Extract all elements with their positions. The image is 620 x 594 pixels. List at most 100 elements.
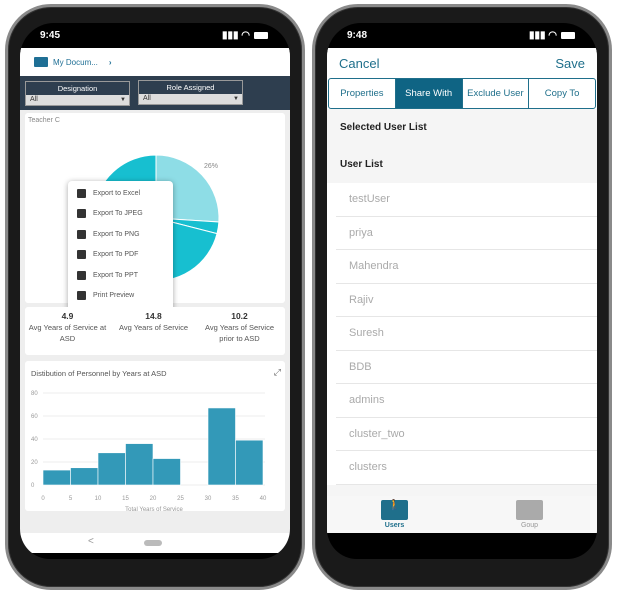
role-select[interactable]: Role Assigned All ▼ [138, 80, 243, 105]
right-phone: 9:48 ▮▮▮ ◠ Cancel Save Properties Share Wi… [312, 4, 612, 590]
right-screen: 9:48 ▮▮▮ ◠ Cancel Save Properties Share Wi… [327, 23, 597, 559]
y-tick-label: 20 [31, 460, 38, 466]
stat-item: 4.9 Avg Years of Service at ASD [25, 311, 110, 344]
stat-item: 10.2 Avg Years of Service prior to ASD [197, 311, 282, 344]
bottom-tab-bar: 🚶 Users Goup [327, 496, 597, 533]
tab-bar: Properties Share With Exclude User Copy … [328, 78, 596, 109]
selected-user-list-heading: Selected User List [340, 122, 427, 133]
y-tick-label: 80 [31, 391, 38, 397]
x-tick-label: 5 [69, 496, 73, 502]
battery-icon [254, 32, 268, 39]
user-list-heading: User List [340, 159, 383, 170]
pdf-icon [77, 250, 86, 260]
x-tick-label: 25 [177, 496, 184, 502]
battery-icon [561, 32, 575, 39]
user-list-item[interactable]: priya [336, 217, 597, 250]
tabbar-group-label: Goup [520, 522, 539, 529]
ppt-icon [77, 270, 86, 280]
user-list-item[interactable]: cluster_two [336, 418, 597, 451]
designation-select[interactable]: Designation All ▼ [25, 81, 130, 106]
menu-item-label: Export To PNG [93, 230, 140, 238]
user-list-item[interactable]: admins [336, 384, 597, 418]
user-list-item[interactable]: Rajiv [336, 284, 597, 317]
user-list-item[interactable]: BDB [336, 351, 597, 384]
stat-label: Avg Years of Service prior to ASD [204, 323, 275, 343]
group-folder-icon [516, 500, 543, 520]
breadcrumb-label: My Docum... [53, 57, 98, 67]
menu-item-label: Export to Excel [93, 189, 141, 197]
cancel-button[interactable]: Cancel [339, 56, 379, 71]
tab-properties[interactable]: Properties [329, 79, 396, 108]
x-tick-label: 30 [205, 496, 212, 502]
folder-icon [34, 57, 48, 67]
export-menu-item[interactable]: Export To PPT [68, 265, 173, 286]
stat-label: Avg Years of Service at ASD [28, 323, 107, 343]
tabbar-users[interactable]: 🚶 Users [327, 496, 462, 533]
tab-share-with[interactable]: Share With [395, 79, 463, 108]
export-menu-item[interactable]: Export To PDF [68, 245, 173, 266]
histogram-chart: 0 20 40 60 80 0 5 10 15 20 25 30 35 40 Total Years of … [31, 391, 267, 511]
printer-icon [77, 291, 86, 301]
tabbar-users-label: Users [384, 522, 405, 529]
user-list: testUser priya Mahendra Rajiv Suresh BDB admin… [327, 183, 597, 485]
histogram-bar[interactable] [70, 467, 99, 486]
histogram-bar[interactable] [125, 443, 154, 486]
user-list-item[interactable]: clusters [336, 451, 597, 485]
menu-item-label: Export To JPEG [93, 210, 143, 218]
x-tick-label: 10 [95, 496, 102, 502]
left-screen: 9:45 ▮▮▮ ◠ My Docum... › Designation All ▼ R… [20, 23, 290, 559]
y-tick-label: 0 [31, 483, 35, 489]
role-label: Role Assigned [166, 83, 215, 92]
menu-item-label: Export To PPT [93, 271, 139, 279]
user-list-item[interactable]: Mahendra [336, 250, 597, 284]
filter-bar: Designation All ▼ Role Assigned All ▼ [20, 76, 290, 110]
status-time: 9:45 [40, 30, 61, 41]
left-phone: 9:45 ▮▮▮ ◠ My Docum... › Designation All ▼ R… [5, 4, 305, 590]
dropdown-arrow-icon: ▼ [120, 97, 126, 103]
menu-item-label: Export To PDF [93, 251, 139, 259]
breadcrumb[interactable]: My Docum... › [20, 48, 290, 76]
histogram-bar[interactable] [235, 439, 264, 486]
stats-card: 4.9 Avg Years of Service at ASD 14.8 Avg Ye… [25, 307, 285, 355]
excel-icon [77, 188, 86, 198]
user-list-item[interactable]: testUser [336, 183, 597, 217]
pie-card: Teacher C 26%71% Export to ExcelExport T… [25, 113, 285, 326]
png-icon [77, 229, 86, 239]
export-menu-item[interactable]: Print Preview [68, 286, 173, 307]
y-tick-label: 40 [31, 437, 38, 443]
histogram-bar[interactable] [152, 458, 181, 486]
export-menu-item[interactable]: Export To JPEG [68, 204, 173, 225]
menu-item-label: Print Preview [93, 292, 135, 300]
pie-label: 26% [204, 163, 218, 170]
users-folder-icon: 🚶 [381, 500, 408, 520]
x-tick-label: 35 [232, 496, 239, 502]
status-icons: ▮▮▮ ◠ [529, 30, 575, 41]
user-list-item[interactable]: Suresh [336, 317, 597, 351]
histogram-bar[interactable] [42, 469, 71, 486]
tab-exclude-user[interactable]: Exclude User [463, 79, 530, 108]
export-menu-item[interactable]: Export To PNG [68, 224, 173, 245]
y-tick-label: 60 [31, 414, 38, 420]
status-icons: ▮▮▮ ◠ [222, 30, 268, 41]
histogram-bar[interactable] [97, 452, 126, 486]
chevron-right-icon: › [108, 57, 112, 67]
x-tick-label: 40 [260, 496, 267, 502]
export-menu: Export to Excel Export To JPEG Export To P… [68, 181, 173, 326]
back-button[interactable]: < [88, 536, 94, 547]
histogram-card: Distibution of Personnel by Years at ASD… [25, 361, 285, 511]
histogram-bar[interactable] [207, 407, 236, 486]
save-button[interactable]: Save [555, 56, 585, 71]
stat-label: Avg Years of Service [118, 323, 189, 332]
status-time: 9:48 [347, 30, 368, 41]
image-icon [77, 209, 86, 219]
home-pill[interactable] [144, 540, 162, 546]
x-axis-label: Total Years of Service [125, 507, 183, 511]
tabbar-group[interactable]: Goup [462, 496, 597, 533]
stat-value: 10.2 [231, 311, 248, 321]
stat-value: 14.8 [145, 311, 162, 321]
export-menu-item[interactable]: Export to Excel [68, 183, 173, 204]
stat-item: 14.8 Avg Years of Service [111, 311, 196, 333]
stat-value: 4.9 [61, 311, 74, 321]
x-tick-label: 20 [150, 496, 157, 502]
tab-copy-to[interactable]: Copy To [529, 79, 595, 108]
